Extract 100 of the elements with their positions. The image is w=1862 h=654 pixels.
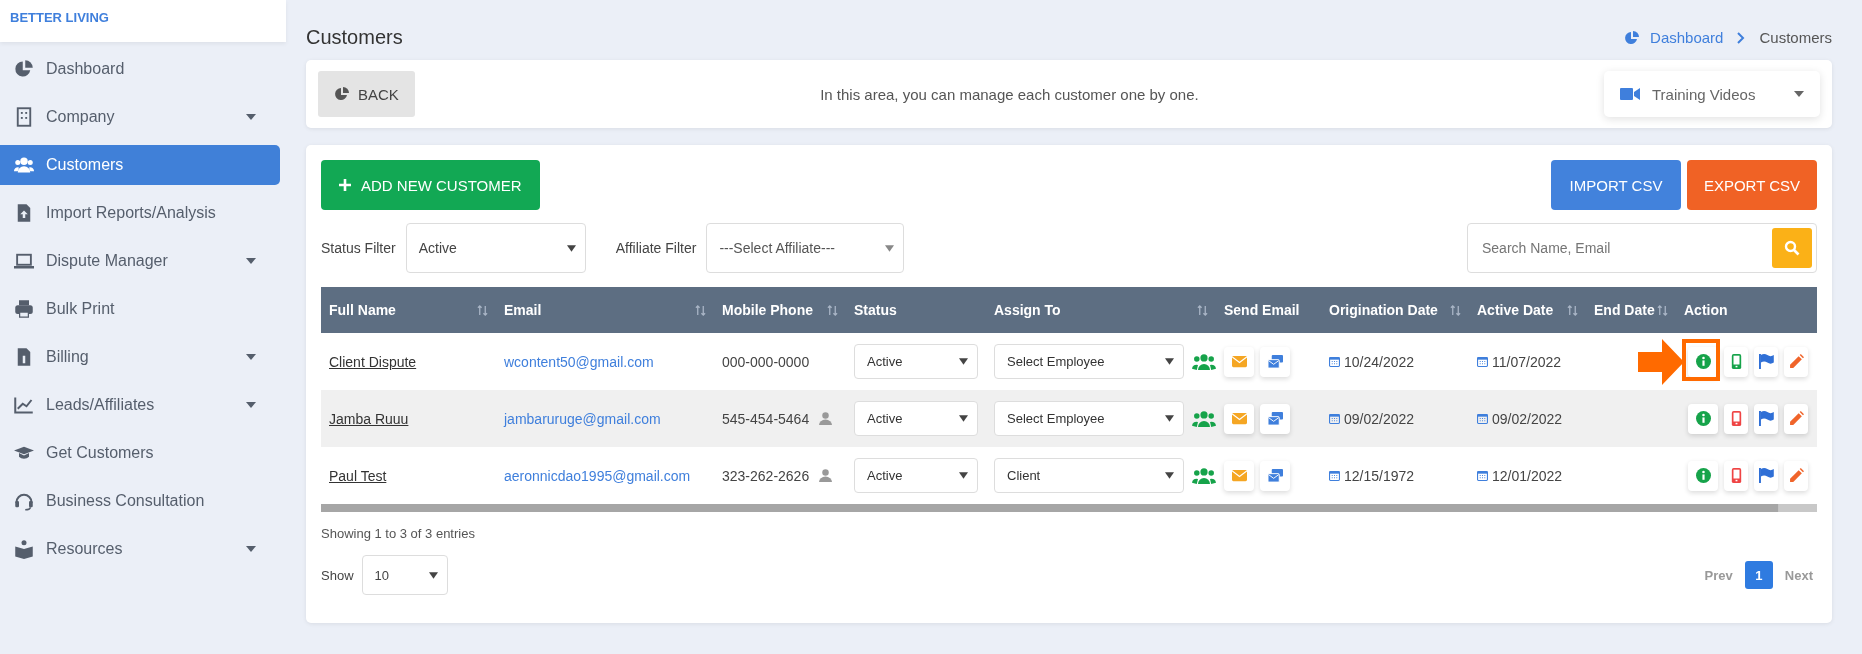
chart-icon: [14, 395, 34, 415]
search-button[interactable]: [1772, 228, 1812, 268]
search-field[interactable]: Search Name, Email: [1467, 223, 1817, 273]
calendar-icon: [1329, 470, 1340, 481]
flag-button[interactable]: [1754, 346, 1778, 377]
sort-icon[interactable]: [1197, 304, 1208, 316]
phone-button[interactable]: [1724, 403, 1748, 434]
active-date: 12/01/2022: [1492, 467, 1563, 484]
calendar-icon: [1477, 356, 1488, 367]
sidebar-item[interactable]: Resources: [0, 529, 280, 569]
phone-number: 000-000-0000: [722, 353, 810, 370]
breadcrumb-item[interactable]: Dashboard: [1650, 29, 1724, 46]
bulk-email-button[interactable]: [1260, 346, 1290, 377]
users-icon[interactable]: [1192, 353, 1216, 370]
affiliate-filter-label: Affiliate Filter: [615, 240, 697, 256]
entries-info: Showing 1 to 3 of 3 entries: [321, 526, 476, 541]
customer-name-link[interactable]: Paul Test: [329, 467, 387, 484]
pencil-icon: [1788, 468, 1804, 483]
show-label: Show: [321, 567, 354, 583]
caret-icon: [959, 415, 968, 422]
email-button[interactable]: [1224, 346, 1254, 377]
assign-select[interactable]: Select Employee: [994, 344, 1184, 379]
sort-icon[interactable]: [1450, 304, 1461, 316]
breadcrumb-item[interactable]: Customers: [1759, 29, 1832, 46]
email-link[interactable]: wcontent50@gmail.com: [504, 353, 654, 370]
customer-name-link[interactable]: Jamba Ruuu: [329, 410, 409, 427]
phone-button[interactable]: [1724, 346, 1748, 377]
sort-icon[interactable]: [827, 304, 838, 316]
video-camera-icon: [1620, 87, 1640, 101]
edit-button[interactable]: [1784, 346, 1808, 377]
assign-select[interactable]: Select Employee: [994, 401, 1184, 436]
caret-icon: [959, 472, 968, 479]
info-button[interactable]: [1688, 460, 1718, 491]
page-size-select[interactable]: 10: [361, 555, 448, 595]
phone-number: 323-262-2626: [722, 467, 810, 484]
bulk-email-button[interactable]: [1260, 403, 1290, 434]
status-filter-select[interactable]: Active: [405, 223, 586, 273]
sidebar-item[interactable]: Company: [0, 97, 280, 137]
export-csv-button[interactable]: EXPORT CSV: [1687, 160, 1817, 210]
page-title: Customers: [306, 26, 403, 49]
edit-button[interactable]: [1784, 460, 1808, 491]
status-select[interactable]: Active: [854, 344, 978, 379]
caret-icon: [566, 244, 576, 252]
email-button[interactable]: [1224, 403, 1254, 434]
sidebar-item[interactable]: Business Consultation: [0, 481, 280, 521]
affiliate-filter-select[interactable]: ---Select Affiliate---: [706, 223, 905, 273]
sidebar-item[interactable]: Get Customers: [0, 433, 280, 473]
sort-icon[interactable]: [477, 304, 488, 316]
users-icon: [14, 155, 34, 175]
pagination-link[interactable]: 1: [1744, 561, 1773, 589]
assign-select[interactable]: Client: [994, 458, 1184, 493]
envelopes-icon: [1267, 411, 1283, 426]
sidebar-item[interactable]: Billing: [0, 337, 280, 377]
caret-icon: [959, 358, 968, 365]
email-link[interactable]: aeronnicdao1995@gmail.com: [504, 467, 691, 484]
info-button[interactable]: [1688, 346, 1718, 377]
add-customer-button[interactable]: ADD NEW CUSTOMER: [321, 160, 540, 210]
users-icon[interactable]: [1192, 467, 1216, 484]
training-videos-dropdown[interactable]: Training Videos: [1604, 71, 1820, 117]
pie-chart-icon: [1624, 29, 1641, 46]
flag-button[interactable]: [1754, 403, 1778, 434]
customer-name-link[interactable]: Client Dispute: [329, 353, 417, 370]
sidebar-item[interactable]: Import Reports/Analysis: [0, 193, 280, 233]
flag-icon: [1758, 411, 1774, 426]
sort-icon[interactable]: [695, 304, 706, 316]
status-select[interactable]: Active: [854, 458, 978, 493]
envelopes-icon: [1267, 354, 1283, 369]
email-button[interactable]: [1224, 460, 1254, 491]
email-link[interactable]: jambaruruge@gmail.com: [504, 410, 661, 427]
caret-icon: [1794, 91, 1804, 97]
sort-icon[interactable]: [1567, 304, 1578, 316]
status-filter-label: Status Filter: [321, 240, 396, 256]
horizontal-scrollbar[interactable]: [321, 504, 1817, 512]
back-button[interactable]: BACK: [318, 71, 415, 117]
flag-icon: [1758, 354, 1774, 369]
phone-button[interactable]: [1724, 460, 1748, 491]
sidebar-item[interactable]: Customers: [0, 145, 280, 185]
sidebar-item[interactable]: Dashboard: [0, 49, 280, 89]
sidebar-item[interactable]: Dispute Manager: [0, 241, 280, 281]
column-header: Status: [854, 302, 897, 318]
laptop-icon: [14, 251, 34, 271]
column-header: Action: [1684, 302, 1728, 318]
flag-button[interactable]: [1754, 460, 1778, 491]
users-icon[interactable]: [1192, 410, 1216, 427]
calendar-icon: [1329, 413, 1340, 424]
printer-icon: [14, 299, 34, 319]
edit-button[interactable]: [1784, 403, 1808, 434]
column-header: Active Date: [1477, 302, 1554, 318]
sidebar-item[interactable]: Bulk Print: [0, 289, 280, 329]
envelope-icon: [1231, 354, 1247, 369]
column-header: Assign To: [994, 302, 1061, 318]
phone-number: 545-454-5464: [722, 410, 810, 427]
status-select[interactable]: Active: [854, 401, 978, 436]
bulk-email-button[interactable]: [1260, 460, 1290, 491]
import-csv-button[interactable]: IMPORT CSV: [1551, 160, 1681, 210]
sort-icon[interactable]: [1657, 304, 1668, 316]
headset-icon: [14, 491, 34, 511]
sidebar-item[interactable]: Leads/Affiliates: [0, 385, 280, 425]
info-button[interactable]: [1688, 403, 1718, 434]
envelope-icon: [1231, 411, 1247, 426]
